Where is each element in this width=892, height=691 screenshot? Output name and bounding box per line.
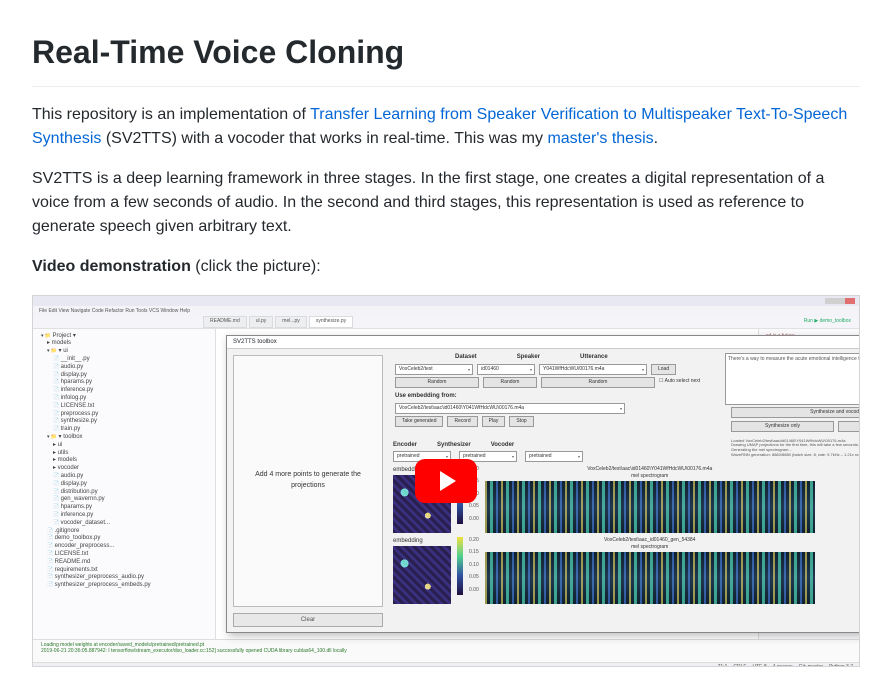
editor-tab: README.md: [203, 316, 247, 328]
input-text-box: There's a way to measure the acute emoti…: [725, 353, 860, 405]
tree-item: train.py: [41, 426, 211, 434]
tree-item: inference.py: [41, 512, 211, 520]
tree-item: ▾ ui: [41, 348, 211, 356]
tree-item: encoder_preprocess...: [41, 543, 211, 551]
synth-only-button: Synthesize only: [731, 421, 834, 432]
random-speaker-button: Random: [483, 377, 537, 388]
synth-vocode-button: Synthesize and vocode: [731, 407, 860, 418]
speaker-dropdown: id01460: [477, 364, 535, 375]
clear-button: Clear: [233, 613, 383, 627]
tree-item: display.py: [41, 481, 211, 489]
ide-menubar: File Edit View Navigate Code Refactor Ru…: [33, 306, 859, 317]
intro-paragraph-1: This repository is an implementation of …: [32, 103, 860, 151]
editor-area: SV2TTS toolbox Add 4 more points to gene…: [216, 329, 758, 639]
tree-item: Project ▾: [41, 333, 211, 341]
ide-toolbar: README.mdul.pymel...pysynthesize.py Run …: [33, 317, 859, 329]
tree-item: ▸ ui: [41, 442, 211, 450]
tree-item: demo_toolbox.py: [41, 535, 211, 543]
record-button: Record: [447, 416, 477, 427]
tree-item: hparams.py: [41, 379, 211, 387]
embedding-heatmap-2: [393, 546, 451, 604]
toolbox-title: SV2TTS toolbox: [227, 336, 860, 349]
tree-item: hparams.py: [41, 504, 211, 512]
random-dataset-button: Random: [395, 377, 479, 388]
editor-tab: synthesize.py: [309, 316, 353, 328]
tree-item: ▾ toolbox: [41, 434, 211, 442]
tree-item: synthesizer_preprocess_audio.py: [41, 574, 211, 582]
video-demo-label: Video demonstration (click the picture):: [32, 255, 860, 279]
embedding-source-dropdown: VoxCeleb2/test\aac\id01460\Y041WfHdcWU\0…: [395, 403, 625, 414]
mel-spectrogram-2: [485, 552, 815, 604]
tree-item: audio.py: [41, 364, 211, 372]
tree-item: synthesizer_preprocess_embeds.py: [41, 582, 211, 590]
ide-console: Loading model weights at encoder/saved_m…: [33, 639, 859, 662]
project-tree: Project ▾▸ models▾ ui__init__.pyaudio.py…: [33, 329, 216, 639]
vocode-only-button: Vocode only: [838, 421, 860, 432]
youtube-play-icon[interactable]: [415, 459, 477, 503]
tree-item: ▸ models: [41, 457, 211, 465]
window-titlebar: [33, 296, 859, 306]
tree-item: ▸ utils: [41, 450, 211, 458]
intro-paragraph-2: SV2TTS is a deep learning framework in t…: [32, 167, 860, 239]
tree-item: ▸ models: [41, 340, 211, 348]
take-generated-button: Take generated: [395, 416, 443, 427]
umap-projection-box: Add 4 more points to generate the projec…: [233, 355, 383, 607]
load-button: Load: [651, 364, 676, 375]
random-utterance-button: Random: [541, 377, 655, 388]
ide-statusbar: 71:1CRLFUTF-84 spacesGit: masterPython 3…: [33, 662, 859, 667]
tree-item: gen_wavernn.py: [41, 496, 211, 504]
tree-item: ▸ vocoder: [41, 465, 211, 473]
tree-item: infolog.py: [41, 395, 211, 403]
editor-tab: ul.py: [249, 316, 274, 328]
play-button-ctrl: Play: [482, 416, 506, 427]
tree-item: __init__.py: [41, 356, 211, 364]
tree-item: synthesize.py: [41, 418, 211, 426]
stop-button: Stop: [509, 416, 533, 427]
thesis-link[interactable]: master's thesis: [547, 130, 653, 147]
tree-item: LICENSE.txt: [41, 403, 211, 411]
utterance-dropdown: Y041WfHdcWU/00176.m4a: [539, 364, 647, 375]
video-thumbnail[interactable]: File Edit View Navigate Code Refactor Ru…: [32, 295, 860, 667]
colorbar-2: [457, 537, 463, 595]
tree-item: vocoder_dataset...: [41, 520, 211, 528]
tree-item: audio.py: [41, 473, 211, 481]
run-config: Run ▶ demo_toolbox: [804, 318, 851, 326]
mel-spectrogram-1: [485, 481, 815, 533]
editor-tab: mel...py: [275, 316, 307, 328]
dataset-dropdown: VoxCeleb2/test: [395, 364, 473, 375]
tree-item: inference.py: [41, 387, 211, 395]
tree-item: LICENSE.txt: [41, 551, 211, 559]
tree-item: README.md: [41, 559, 211, 567]
page-title: Real-Time Voice Cloning: [32, 28, 860, 87]
sv2tts-toolbox-window: SV2TTS toolbox Add 4 more points to gene…: [226, 335, 860, 633]
